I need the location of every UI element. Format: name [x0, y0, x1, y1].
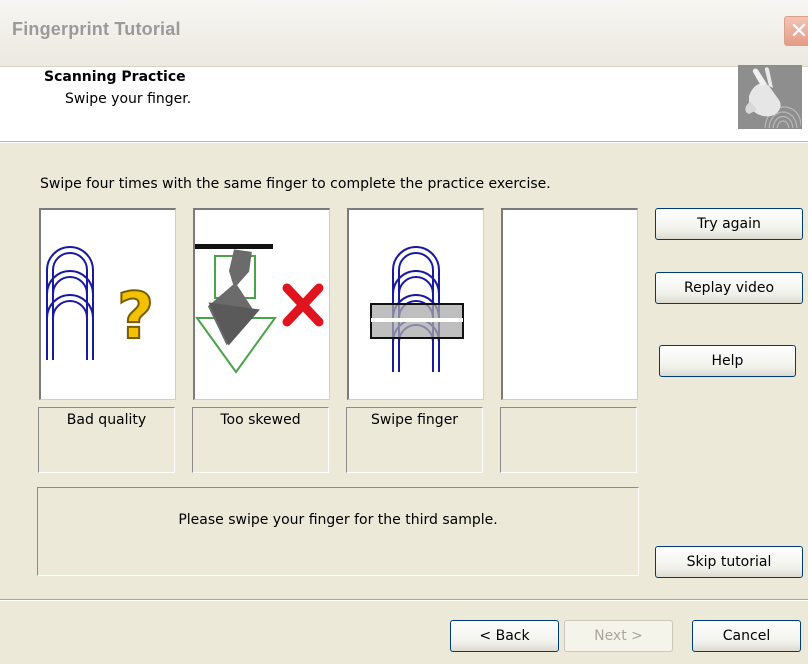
- status-message-box: Please swipe your finger for the third s…: [37, 487, 639, 576]
- sample-caption-2: Too skewed: [192, 407, 329, 473]
- fingerprint-question-icon: ?: [46, 246, 155, 360]
- close-button[interactable]: ✕: [784, 16, 808, 46]
- close-icon: ✕: [789, 18, 808, 44]
- instruction-text: Swipe four times with the same finger to…: [40, 176, 551, 192]
- sample-panel-3: [347, 208, 484, 400]
- skewed-arrow-x-icon: [195, 244, 324, 374]
- fingerprint-swipe-icon: [370, 246, 464, 372]
- svg-text:?: ?: [117, 280, 154, 354]
- cancel-button[interactable]: Cancel: [692, 620, 801, 652]
- title-bar[interactable]: Fingerprint Tutorial ✕: [0, 0, 808, 67]
- hand-fingerprint-image: [738, 65, 802, 129]
- sample-caption-1: Bad quality: [38, 407, 175, 473]
- back-button[interactable]: < Back: [450, 620, 559, 652]
- help-button[interactable]: Help: [659, 345, 796, 377]
- wizard-header: Scanning Practice Swipe your finger.: [0, 65, 808, 142]
- fingerprint-tutorial-window: Fingerprint Tutorial ✕ Scanning Practice…: [0, 0, 808, 664]
- sample-panel-2: [193, 208, 330, 400]
- header-separator: [0, 142, 808, 143]
- next-button[interactable]: Next >: [564, 620, 673, 652]
- sample-panel-4: [501, 208, 638, 400]
- window-title: Fingerprint Tutorial: [12, 19, 181, 39]
- sample-caption-3: Swipe finger: [346, 407, 483, 473]
- try-again-button[interactable]: Try again: [655, 208, 803, 240]
- page-title: Scanning Practice: [44, 69, 186, 85]
- status-message: Please swipe your finger for the third s…: [178, 512, 498, 528]
- replay-video-button[interactable]: Replay video: [655, 272, 803, 304]
- skip-tutorial-button[interactable]: Skip tutorial: [655, 546, 803, 578]
- sample-panel-1: ?: [39, 208, 176, 400]
- sample-caption-4: [500, 407, 637, 473]
- page-subtitle: Swipe your finger.: [65, 91, 192, 107]
- footer-separator-highlight: [0, 600, 808, 601]
